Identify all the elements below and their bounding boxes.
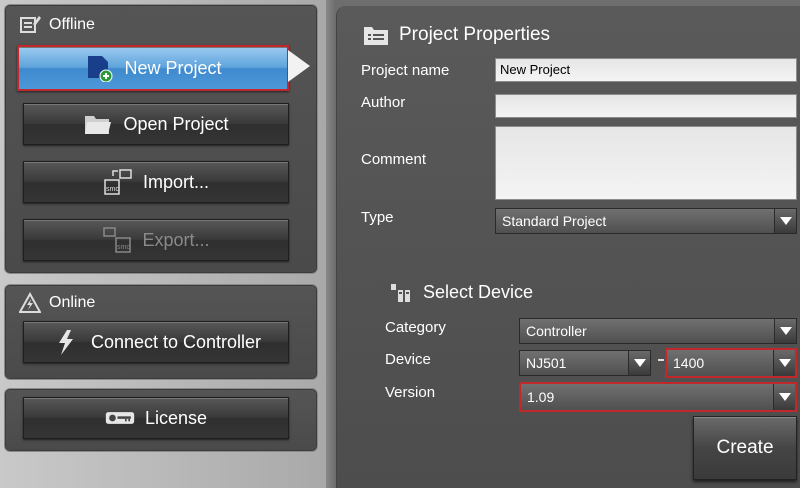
project-properties-label: Project Properties	[399, 24, 551, 45]
project-name-label: Project name	[361, 62, 450, 79]
select-device-label: Select Device	[423, 281, 534, 302]
license-button[interactable]: License	[23, 397, 289, 439]
start-page-sidebar: Offline New Project Open Project smc Imp…	[0, 0, 326, 488]
chevron-down-icon[interactable]	[628, 351, 650, 375]
online-section: Online Connect to Controller	[4, 284, 318, 380]
device-select[interactable]: NJ501	[519, 350, 651, 376]
online-lightning-icon	[19, 292, 41, 313]
author-label: Author	[361, 94, 406, 111]
svg-text:smc: smc	[117, 244, 130, 251]
online-header: Online	[19, 291, 95, 315]
edit-note-icon	[20, 16, 41, 33]
chevron-down-icon[interactable]	[773, 384, 795, 410]
connect-label: Connect to Controller	[90, 331, 262, 352]
offline-section: Offline New Project Open Project smc Imp…	[4, 4, 318, 274]
online-header-label: Online	[49, 294, 96, 311]
type-select-value: Standard Project	[502, 213, 607, 229]
svg-text:smc: smc	[106, 186, 119, 193]
open-project-button[interactable]: Open Project	[23, 103, 289, 145]
new-project-icon	[88, 56, 113, 82]
import-button[interactable]: smc Import...	[23, 161, 289, 203]
export-button[interactable]: smc Export...	[23, 219, 289, 261]
folder-icon	[85, 116, 112, 134]
comment-textarea[interactable]	[495, 126, 797, 200]
chevron-down-icon[interactable]	[774, 319, 796, 343]
category-select[interactable]: Controller	[519, 318, 797, 344]
selection-arrow	[288, 50, 310, 82]
export-label: Export...	[142, 229, 210, 250]
import-label: Import...	[142, 171, 209, 192]
device-icon	[391, 284, 410, 302]
chevron-down-icon[interactable]	[773, 350, 795, 376]
version-select-value: 1.09	[527, 389, 555, 405]
category-select-value: Controller	[526, 323, 587, 339]
device-select-value: NJ501	[526, 355, 567, 371]
panel-divider	[326, 0, 336, 488]
open-project-label: Open Project	[123, 113, 229, 134]
author-input[interactable]	[495, 94, 797, 118]
license-label: License	[144, 407, 208, 428]
lightning-icon	[58, 330, 73, 355]
create-button[interactable]: Create	[693, 416, 797, 480]
device-model-select[interactable]: 1400	[665, 348, 797, 378]
properties-folder-icon	[364, 27, 388, 45]
offline-header-label: Offline	[49, 16, 95, 33]
category-label: Category	[385, 319, 446, 336]
type-select[interactable]: Standard Project	[495, 208, 797, 234]
new-project-label: New Project	[124, 57, 222, 78]
device-label: Device	[385, 351, 431, 368]
device-separator	[658, 359, 664, 361]
comment-label: Comment	[361, 151, 427, 168]
offline-header: Offline	[19, 13, 95, 37]
type-label: Type	[361, 209, 394, 226]
key-icon	[105, 412, 135, 424]
chevron-down-icon[interactable]	[774, 209, 796, 233]
select-device-title: Select Device	[389, 280, 533, 304]
connect-to-controller-button[interactable]: Connect to Controller	[23, 321, 289, 363]
import-icon: smc	[104, 169, 132, 195]
version-label: Version	[385, 384, 436, 401]
project-name-input[interactable]: New Project	[495, 58, 797, 82]
new-project-button[interactable]: New Project	[17, 45, 289, 91]
version-select[interactable]: 1.09	[519, 382, 797, 412]
license-section: License	[4, 388, 318, 452]
export-icon: smc	[103, 227, 132, 253]
project-properties-title: Project Properties	[363, 24, 550, 46]
device-model-select-value: 1400	[673, 355, 705, 371]
project-properties-panel: Project Properties Project name New Proj…	[336, 6, 800, 488]
